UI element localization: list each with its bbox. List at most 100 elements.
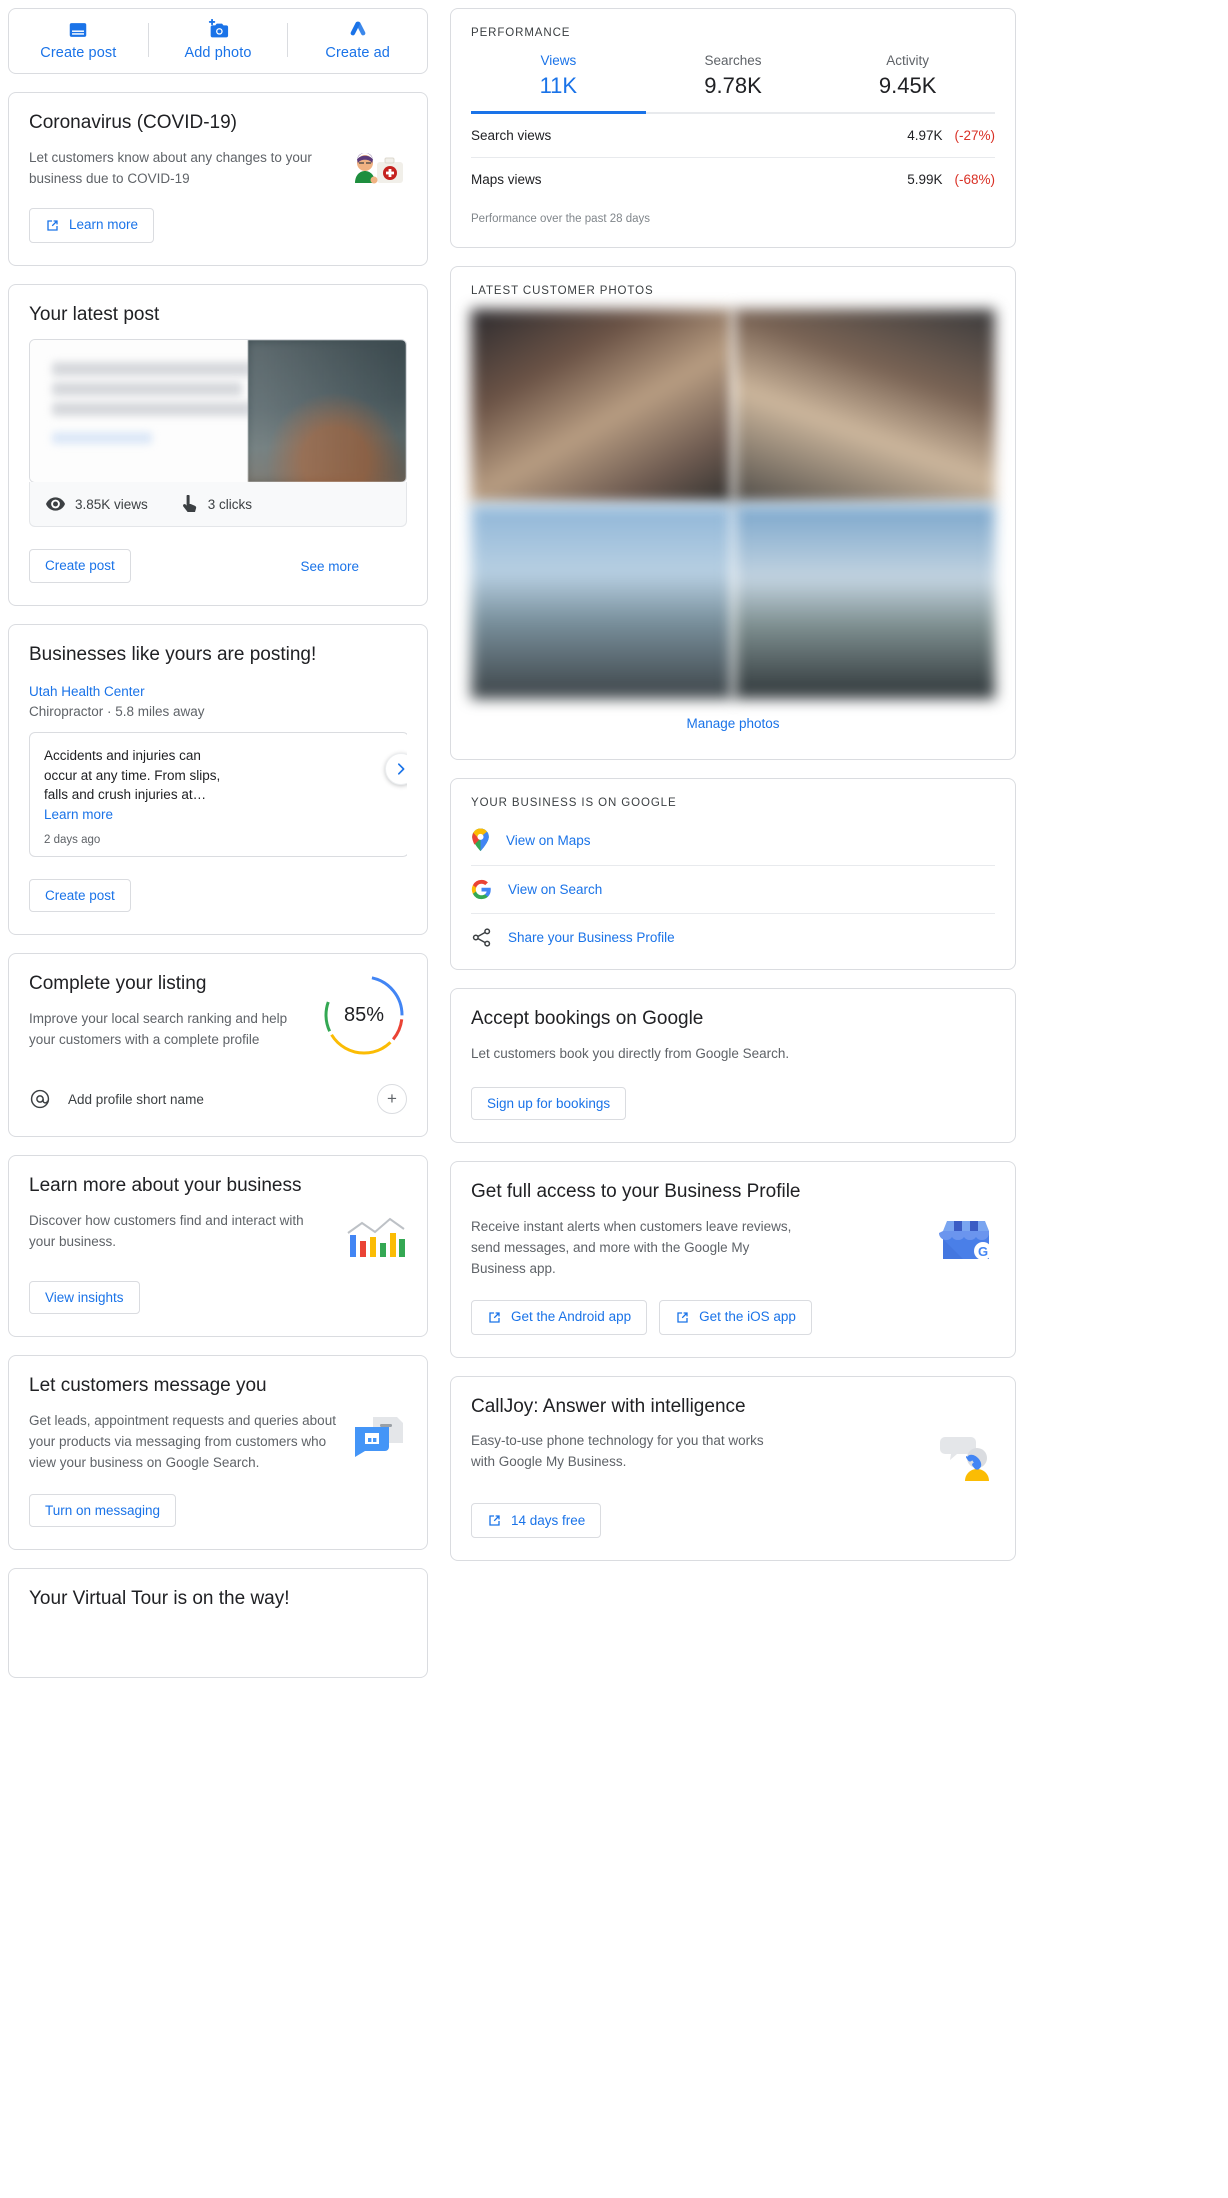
- businesses-create-post-button[interactable]: Create post: [29, 878, 131, 913]
- business-post-card[interactable]: Accidents and injuries can occur at any …: [29, 732, 407, 857]
- view-on-maps-row[interactable]: View on Maps: [471, 815, 995, 866]
- external-link-icon: [675, 1310, 690, 1325]
- signup-bookings-button[interactable]: Sign up for bookings: [471, 1086, 627, 1121]
- create-ad-label: Create ad: [325, 45, 390, 61]
- on-google-label: Your business is on Google: [471, 797, 677, 809]
- customer-photo[interactable]: [734, 505, 995, 699]
- completion-gauge: 85%: [321, 972, 407, 1058]
- complete-listing-card: Complete your listing Improve your local…: [8, 953, 428, 1138]
- search-views-value: 4.97K: [907, 128, 943, 143]
- post-views-stat: 3.85K views: [46, 497, 148, 512]
- left-column: Create post Add photo Create ad Coronavi…: [8, 8, 428, 2198]
- tab-views[interactable]: Views 11K: [471, 53, 646, 114]
- eye-icon: [46, 497, 65, 512]
- add-photo-action[interactable]: Add photo: [149, 19, 288, 61]
- businesses-posting-card: Businesses like yours are posting! Utah …: [8, 623, 428, 936]
- messaging-title: Let customers message you: [29, 1375, 267, 1397]
- complete-listing-body: Improve your local search ranking and he…: [29, 1010, 288, 1047]
- tab-activity[interactable]: Activity 9.45K: [820, 53, 996, 114]
- post-image-left: [30, 340, 249, 483]
- search-views-delta: (-27%): [954, 128, 995, 143]
- businesses-carousel[interactable]: Utah Health Center Chiropractor · 5.8 mi…: [29, 682, 407, 857]
- bookings-title: Accept bookings on Google: [471, 1008, 704, 1029]
- performance-row-search-views: Search views 4.97K (-27%): [471, 114, 995, 158]
- learn-business-title: Learn more about your business: [29, 1175, 302, 1197]
- turn-on-messaging-button[interactable]: Turn on messaging: [29, 1493, 177, 1528]
- business-item[interactable]: Utah Health Center Chiropractor · 5.8 mi…: [29, 682, 407, 857]
- customer-photo[interactable]: [471, 505, 732, 699]
- tab-searches[interactable]: Searches 9.78K: [645, 53, 821, 114]
- view-on-search-label: View on Search: [508, 882, 603, 897]
- learn-business-card: Learn more about your business Discover …: [8, 1155, 428, 1338]
- calljoy-trial-button[interactable]: 14 days free: [471, 1503, 602, 1539]
- covid-body: Let customers know about any changes to …: [29, 149, 312, 186]
- create-post-icon: [67, 19, 89, 41]
- tab-views-label: Views: [540, 53, 577, 68]
- get-android-app-button[interactable]: Get the Android app: [471, 1299, 648, 1335]
- svg-text:G: G: [978, 1244, 988, 1259]
- virtual-tour-title: Your Virtual Tour is on the way!: [29, 1588, 290, 1610]
- learn-business-body: Discover how customers find and interact…: [29, 1212, 304, 1249]
- get-android-app-label: Get the Android app: [511, 1309, 632, 1325]
- add-photo-icon: [206, 19, 230, 41]
- share-profile-label: Share your Business Profile: [508, 930, 675, 945]
- view-insights-button[interactable]: View insights: [29, 1280, 140, 1315]
- message-store-icon: [351, 1411, 407, 1461]
- maps-views-delta: (-68%): [954, 172, 995, 187]
- post-preview[interactable]: [29, 339, 407, 484]
- covid-learn-more-button[interactable]: Learn more: [29, 207, 155, 243]
- post-clicks-stat: 3 clicks: [182, 495, 252, 513]
- performance-row-maps-views: Maps views 5.99K (-68%): [471, 158, 995, 201]
- tab-searches-value: 9.78K: [704, 73, 762, 98]
- gmb-storefront-icon: G: [937, 1217, 995, 1269]
- customer-photos-card: Latest customer photos Manage photos: [450, 266, 1016, 760]
- insights-chart-icon: [345, 1211, 407, 1261]
- customer-photo[interactable]: [734, 309, 995, 503]
- performance-label: Performance: [471, 27, 571, 39]
- businesses-track: Utah Health Center Chiropractor · 5.8 mi…: [29, 682, 407, 857]
- business-post-time: 2 days ago: [44, 833, 101, 846]
- add-short-name-label: Add profile short name: [68, 1091, 204, 1107]
- share-profile-row[interactable]: Share your Business Profile: [471, 914, 995, 961]
- business-name[interactable]: Utah Health Center: [29, 682, 407, 702]
- covid-learn-more-label: Learn more: [69, 217, 139, 233]
- create-post-action[interactable]: Create post: [9, 19, 148, 61]
- right-column: Performance Views 11K Searches 9.78K Act…: [450, 8, 1016, 2198]
- tab-activity-value: 9.45K: [878, 73, 937, 98]
- view-on-search-row[interactable]: View on Search: [471, 866, 995, 914]
- post-see-more-link[interactable]: See more: [294, 558, 365, 575]
- complete-listing-title: Complete your listing: [29, 973, 207, 995]
- tab-activity-label: Activity: [886, 53, 930, 68]
- customer-photos-label: Latest customer photos: [471, 285, 654, 297]
- business-post-learn-more[interactable]: Learn more: [44, 807, 229, 822]
- post-create-button[interactable]: Create post: [29, 549, 131, 583]
- completion-percent: 85%: [343, 1003, 385, 1026]
- calljoy-card: CallJoy: Answer with intelligence Easy-t…: [450, 1375, 1016, 1562]
- messaging-card: Let customers message you Get leads, app…: [8, 1355, 428, 1551]
- maps-views-label: Maps views: [471, 172, 542, 187]
- at-sign-icon: [29, 1088, 51, 1110]
- customer-photo-grid[interactable]: [471, 309, 995, 699]
- tab-views-value: 11K: [539, 73, 578, 98]
- performance-note: Performance over the past 28 days: [471, 213, 650, 225]
- dashboard-page: Create post Add photo Create ad Coronavi…: [0, 0, 1228, 2198]
- calljoy-person-icon: [937, 1431, 995, 1483]
- add-photo-label: Add photo: [184, 45, 252, 61]
- bookings-card: Accept bookings on Google Let customers …: [450, 988, 1016, 1144]
- businesses-posting-title: Businesses like yours are posting!: [29, 643, 317, 665]
- calljoy-body: Easy-to-use phone technology for you tha…: [471, 1433, 764, 1470]
- external-link-icon: [487, 1310, 502, 1325]
- view-on-maps-label: View on Maps: [506, 832, 591, 848]
- full-access-title: Get full access to your Business Profile: [471, 1181, 801, 1203]
- customer-photo[interactable]: [471, 309, 732, 503]
- create-ad-action[interactable]: Create ad: [288, 19, 427, 61]
- covid-title: Coronavirus (COVID-19): [29, 112, 237, 133]
- add-short-name-row[interactable]: Add profile short name +: [29, 1084, 407, 1115]
- post-stats: 3.85K views 3 clicks: [29, 482, 407, 528]
- post-views-value: 3.85K views: [75, 496, 148, 512]
- search-views-label: Search views: [471, 128, 552, 143]
- manage-photos-link[interactable]: Manage photos: [680, 715, 785, 732]
- maps-views-value: 5.99K: [907, 172, 943, 187]
- add-short-name-button[interactable]: +: [377, 1084, 407, 1115]
- get-ios-app-button[interactable]: Get the iOS app: [659, 1299, 812, 1335]
